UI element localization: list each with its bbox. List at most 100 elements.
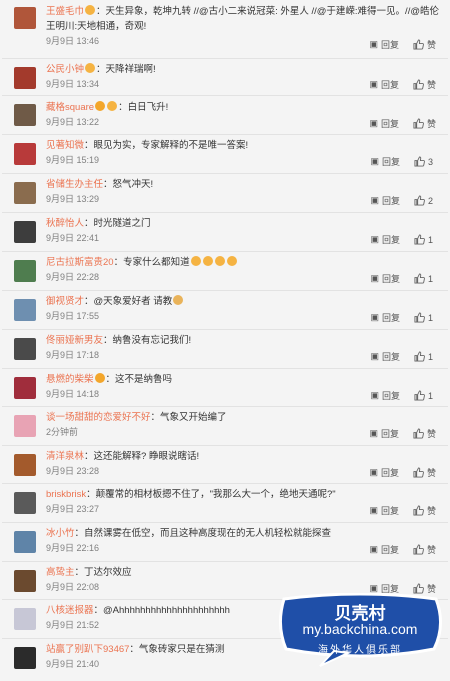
reply-icon: ▣	[370, 234, 379, 244]
avatar[interactable]	[14, 377, 36, 399]
reply-icon: ▣	[369, 467, 378, 477]
like-button[interactable]: 赞	[413, 117, 436, 130]
like-count: 赞	[426, 506, 436, 516]
comment-text: ：气象又开始编了	[150, 412, 227, 423]
comment-username[interactable]: 公民小钟	[46, 64, 84, 75]
reply-icon: ▣	[369, 118, 378, 128]
reply-icon: ▣	[369, 39, 378, 49]
avatar[interactable]	[14, 182, 36, 204]
avatar[interactable]	[14, 492, 36, 514]
watermark-url: my.backchina.com	[302, 621, 418, 637]
like-count: 1	[428, 312, 434, 323]
thumbs-up-icon	[414, 234, 425, 245]
avatar[interactable]	[14, 221, 36, 243]
comment-text: ：自然课雾在低空，而且这种高度现在的无人机轻松就能探查	[74, 528, 332, 539]
comment-text: ：时光隧道之门	[84, 218, 151, 229]
avatar[interactable]	[14, 104, 36, 126]
like-button[interactable]: 3	[414, 156, 436, 167]
comment-username[interactable]: 秋醉怡人	[46, 218, 84, 229]
comment-text: ：眼见为实，专家解释的不是唯一答案!	[84, 140, 249, 151]
avatar[interactable]	[14, 531, 36, 553]
like-count: 2	[428, 195, 434, 206]
like-button[interactable]: 赞	[413, 466, 436, 479]
avatar[interactable]	[14, 67, 36, 89]
comment-username[interactable]: 清洋泉林	[46, 451, 84, 462]
reply-button[interactable]: ▣回复	[370, 272, 400, 285]
comment-item: 尼古拉斯富贵20：专家什么都知道 9月9日 22:28 ▣ 回复 1	[2, 252, 448, 291]
avatar[interactable]	[14, 338, 36, 360]
comment-username[interactable]: 谈一场甜甜的恋爱好不好	[46, 412, 151, 423]
comment-text: ：这还能解释? 睁眼说瞎话!	[84, 451, 200, 462]
like-button[interactable]: 1	[414, 351, 436, 362]
comment-username[interactable]: 八核迷报器	[46, 605, 94, 616]
comment-username[interactable]: 高鸷主	[46, 567, 75, 578]
reply-button[interactable]: ▣回复	[369, 504, 399, 517]
avatar[interactable]	[14, 647, 36, 669]
comment-item: 公民小钟 ：天降祥瑞啊! 9月9日 13:34 ▣ 回复赞	[2, 59, 448, 96]
comment-item: briskbrisk：颠覆常的相材板摁不住了，"我那么大一个，绝地天通呢?" 9…	[2, 484, 448, 523]
avatar[interactable]	[14, 143, 36, 165]
comment-username[interactable]: 御视贤才	[46, 296, 84, 307]
reply-button[interactable]: ▣回复	[369, 543, 399, 556]
avatar[interactable]	[14, 454, 36, 476]
comment-username[interactable]: 见著知微	[46, 140, 84, 151]
comment-username[interactable]: 省储生办主任	[46, 179, 103, 190]
like-button[interactable]: 赞	[413, 504, 436, 517]
comment-username[interactable]: 王盛毛巾	[46, 6, 84, 17]
comment-text: ：气象砖家只是在猜测	[129, 644, 225, 655]
comment-item: 悬燃的柴柴 ：这不是纳鲁吗 9月9日 14:18 ▣ 回复 1	[2, 369, 448, 407]
reply-icon: ▣	[370, 390, 379, 400]
comment-username[interactable]: 藏格square	[46, 102, 94, 113]
reply-button[interactable]: ▣回复	[370, 155, 400, 168]
reply-button[interactable]: ▣回复	[370, 233, 400, 246]
thumbs-up-icon	[413, 505, 424, 516]
like-button[interactable]: 1	[414, 273, 436, 284]
comment-username[interactable]: 站赢了别趴下93467	[46, 644, 129, 655]
reply-icon: ▣	[369, 428, 378, 438]
like-button[interactable]: 2	[414, 195, 436, 206]
comment-list: 王盛毛巾 ：天生异象，乾坤九转 //@古小二来说冠菜: 外星人 //@于建嵘:难得…	[2, 0, 448, 679]
reply-button[interactable]: ▣回复	[369, 466, 399, 479]
like-button[interactable]: 1	[414, 390, 436, 401]
reply-button[interactable]: ▣回复	[369, 38, 399, 51]
like-button[interactable]: 赞	[413, 543, 436, 556]
reply-button[interactable]: ▣回复	[370, 350, 400, 363]
comment-username[interactable]: briskbrisk	[46, 489, 86, 500]
emoji-icon	[226, 256, 237, 266]
like-button[interactable]: 1	[414, 312, 436, 323]
like-button[interactable]: 1	[414, 234, 436, 245]
reply-button[interactable]: ▣回复	[370, 194, 400, 207]
avatar[interactable]	[14, 299, 36, 321]
like-count: 1	[428, 390, 434, 401]
comment-text: ：丁达尔效应	[74, 567, 132, 578]
comment-username[interactable]: 悬燃的柴柴	[46, 374, 94, 385]
reply-icon: ▣	[369, 79, 378, 89]
comment-item: 冰小竹：自然课雾在低空，而且这种高度现在的无人机轻松就能探查 9月9日 22:1…	[2, 523, 448, 562]
reply-button[interactable]: ▣回复	[370, 311, 400, 324]
like-button[interactable]: 赞	[413, 427, 436, 440]
reply-icon: ▣	[370, 351, 379, 361]
comment-text: ：天生异象，乾坤九转 //@古小二来说冠菜: 外星人 //@于建嵘:难得一见。/…	[46, 6, 439, 32]
avatar[interactable]	[14, 260, 36, 282]
reply-icon: ▣	[370, 156, 379, 166]
comment-item: 见著知微：眼见为实，专家解释的不是唯一答案! 9月9日 15:19 ▣ 回复 3	[2, 135, 448, 174]
avatar[interactable]	[14, 570, 36, 592]
reply-button[interactable]: ▣回复	[369, 427, 399, 440]
reply-icon: ▣	[370, 312, 379, 322]
comment-username[interactable]: 尼古拉斯富贵20	[46, 257, 114, 268]
reply-button[interactable]: ▣回复	[369, 78, 399, 91]
like-button[interactable]: 赞	[413, 78, 436, 91]
comment-username[interactable]: 冰小竹	[46, 528, 75, 539]
reply-button[interactable]: ▣回复	[370, 389, 400, 402]
comment-username[interactable]: 佟丽娅新男友	[46, 335, 103, 346]
comment-item: 王盛毛巾 ：天生异象，乾坤九转 //@古小二来说冠菜: 外星人 //@于建嵘:难得…	[2, 0, 448, 59]
comment-text: ：怒气冲天!	[103, 179, 154, 190]
avatar[interactable]	[14, 7, 36, 29]
thumbs-up-icon	[414, 156, 425, 167]
comment-text: ：@Ahhhhhhhhhhhhhhhhhhhhh	[93, 605, 230, 616]
like-button[interactable]: 赞	[413, 38, 436, 51]
avatar[interactable]	[14, 608, 36, 630]
avatar[interactable]	[14, 415, 36, 437]
reply-button[interactable]: ▣回复	[369, 117, 399, 130]
emoji-icon	[202, 256, 213, 266]
